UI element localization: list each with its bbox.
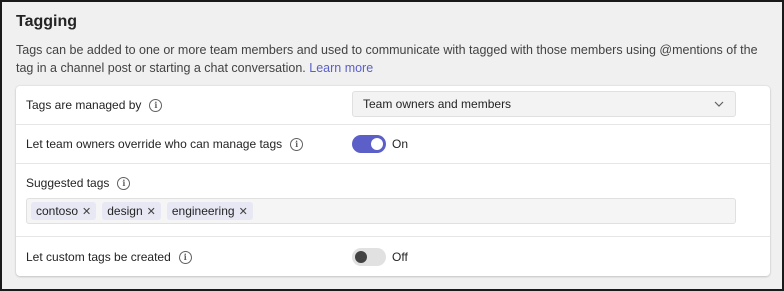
custom-tags-label: Let custom tags be created	[26, 250, 171, 264]
tag-chip: contoso ✕	[31, 202, 97, 220]
info-icon[interactable]: i	[149, 98, 163, 112]
custom-tags-state: Off	[392, 250, 408, 264]
suggested-tags-label: Suggested tags	[26, 176, 110, 190]
close-icon[interactable]: ✕	[239, 205, 248, 218]
info-icon[interactable]: i	[117, 176, 131, 190]
toggle-knob	[371, 138, 383, 150]
tagging-panel: Tagging Tags can be added to one or more…	[0, 0, 784, 291]
close-icon[interactable]: ✕	[147, 205, 156, 218]
managed-by-label: Tags are managed by	[26, 98, 142, 112]
toggle-knob	[355, 251, 367, 263]
override-toggle[interactable]	[352, 135, 386, 153]
settings-card: Tags are managed by i Team owners and me…	[16, 86, 770, 276]
override-state: On	[392, 137, 409, 151]
managed-by-row: Tags are managed by i Team owners and me…	[16, 86, 770, 125]
suggested-tags-input[interactable]: contoso ✕ design ✕ engineering ✕	[26, 198, 736, 224]
custom-tags-row: Let custom tags be created i Off	[16, 237, 770, 275]
chevron-down-icon	[714, 101, 724, 107]
managed-by-selected: Team owners and members	[363, 97, 512, 111]
info-icon[interactable]: i	[178, 250, 192, 264]
learn-more-link[interactable]: Learn more	[309, 61, 373, 75]
tag-chip: design ✕	[102, 202, 161, 220]
close-icon[interactable]: ✕	[82, 205, 91, 218]
description-text: Tags can be added to one or more team me…	[16, 43, 758, 75]
suggested-tags-label-group: Suggested tags i	[26, 176, 131, 190]
managed-by-label-group: Tags are managed by i	[26, 98, 163, 112]
override-label-group: Let team owners override who can manage …	[26, 137, 304, 151]
suggested-tags-row: Suggested tags i contoso ✕ design ✕ engi…	[16, 164, 770, 237]
section-description: Tags can be added to one or more team me…	[16, 41, 766, 77]
tag-label: design	[107, 204, 143, 218]
tag-label: engineering	[171, 204, 235, 218]
info-icon[interactable]: i	[290, 137, 304, 151]
custom-tags-toggle[interactable]	[352, 248, 386, 266]
managed-by-dropdown[interactable]: Team owners and members	[352, 91, 736, 117]
override-row: Let team owners override who can manage …	[16, 125, 770, 164]
custom-tags-label-group: Let custom tags be created i	[26, 250, 192, 264]
tag-label: contoso	[36, 204, 79, 218]
override-label: Let team owners override who can manage …	[26, 137, 283, 151]
section-title: Tagging	[16, 13, 78, 30]
tag-chip: engineering ✕	[166, 202, 253, 220]
